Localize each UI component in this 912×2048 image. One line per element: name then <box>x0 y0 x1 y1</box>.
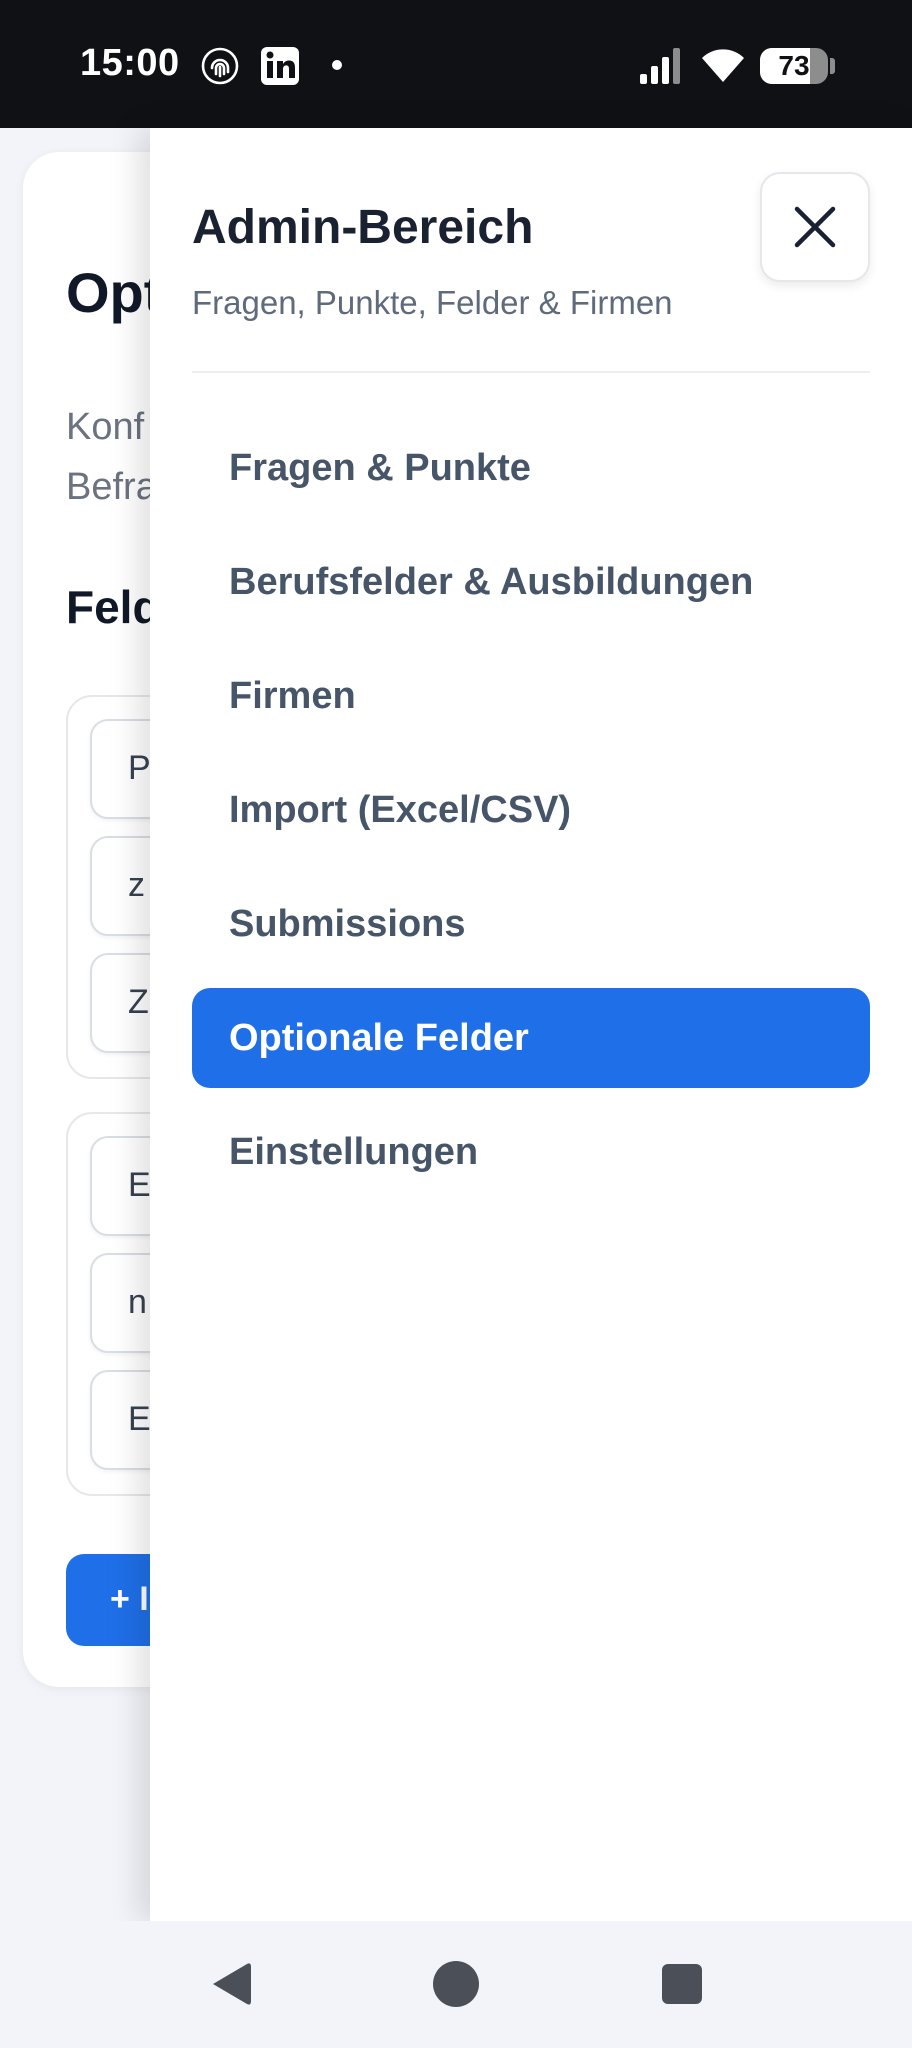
status-time: 15:00 <box>80 42 180 84</box>
battery-icon: 73 <box>760 48 828 84</box>
status-bar: 15:00 73 <box>0 0 912 128</box>
admin-nav-list: Fragen & Punkte Berufsfelder & Ausbildun… <box>192 418 870 1216</box>
recents-icon <box>662 1964 702 2004</box>
signal-icon <box>640 48 680 84</box>
section-title: Feld <box>66 581 161 633</box>
nav-item-firmen[interactable]: Firmen <box>192 646 870 746</box>
linkedin-icon <box>261 47 299 85</box>
close-icon <box>794 206 836 248</box>
fingerprint-icon <box>201 47 239 85</box>
nav-item-label: Firmen <box>229 674 356 717</box>
field-input-text: n <box>128 1283 147 1321</box>
nav-item-einstellungen[interactable]: Einstellungen <box>192 1102 870 1202</box>
add-field-button-label: + I <box>110 1580 149 1618</box>
nav-item-label: Import (Excel/CSV) <box>229 788 572 831</box>
drawer-divider <box>192 371 870 373</box>
field-input-text: E <box>128 1400 151 1438</box>
drawer-subtitle: Fragen, Punkte, Felder & Firmen <box>192 284 673 321</box>
battery-level: 73 <box>778 50 810 81</box>
page-title: Opt <box>66 261 163 324</box>
notification-dot-icon <box>332 60 342 70</box>
nav-item-fragen-punkte[interactable]: Fragen & Punkte <box>192 418 870 518</box>
field-input-text: P <box>128 749 151 787</box>
nav-item-import[interactable]: Import (Excel/CSV) <box>192 760 870 860</box>
nav-item-berufsfelder[interactable]: Berufsfelder & Ausbildungen <box>192 532 870 632</box>
nav-item-label: Optionale Felder <box>229 1016 529 1059</box>
nav-item-label: Einstellungen <box>229 1130 479 1173</box>
nav-item-label: Berufsfelder & Ausbildungen <box>229 560 754 603</box>
battery-cap <box>830 58 835 74</box>
admin-drawer: Admin-Bereich Fragen, Punkte, Felder & F… <box>150 128 912 1921</box>
home-button[interactable] <box>421 1949 491 2019</box>
wifi-icon <box>702 49 744 82</box>
nav-item-label: Fragen & Punkte <box>229 446 531 489</box>
close-button[interactable] <box>760 172 870 282</box>
page-description: Konf Befra <box>66 406 157 508</box>
field-input-text: E <box>128 1166 151 1204</box>
back-button[interactable] <box>196 1949 266 2019</box>
drawer-title: Admin-Bereich <box>192 201 534 254</box>
nav-item-optionale-felder[interactable]: Optionale Felder <box>192 988 870 1088</box>
system-navigation-bar <box>0 1921 912 2048</box>
home-icon <box>433 1961 479 2007</box>
back-icon <box>213 1963 251 2005</box>
field-input-text: z <box>128 866 145 904</box>
field-input-text: Z <box>128 983 149 1021</box>
nav-item-label: Submissions <box>229 902 466 945</box>
recents-button[interactable] <box>647 1949 717 2019</box>
nav-item-submissions[interactable]: Submissions <box>192 874 870 974</box>
